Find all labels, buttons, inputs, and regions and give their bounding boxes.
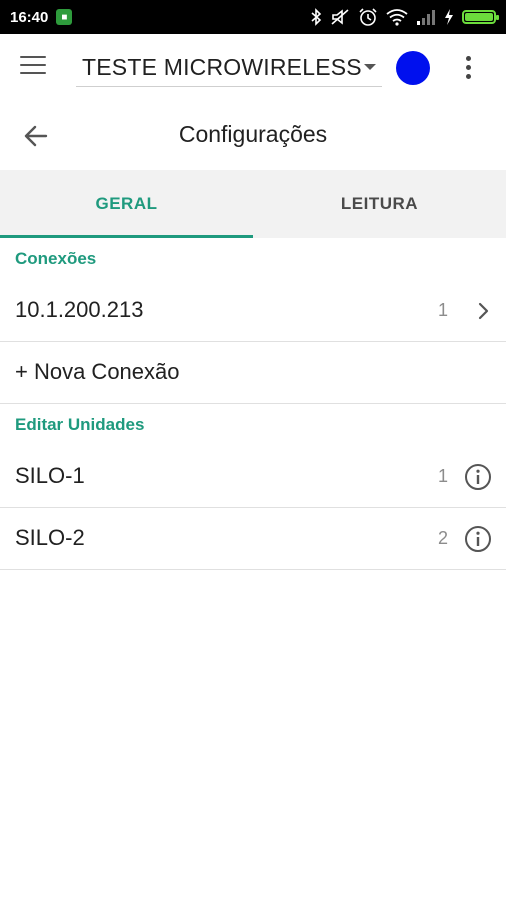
tab-geral[interactable]: GERAL — [0, 170, 253, 238]
connection-address: 10.1.200.213 — [15, 297, 144, 322]
battery-icon — [462, 10, 499, 24]
notification-app-icon: ■ — [56, 9, 73, 25]
mute-icon — [330, 8, 350, 26]
battery-level — [465, 13, 493, 21]
units-section-header: Editar Unidades — [15, 415, 145, 434]
charging-icon — [444, 8, 454, 26]
connections-section-header: Conexões — [15, 249, 97, 268]
signal-icon — [416, 9, 436, 25]
bluetooth-icon — [310, 8, 322, 26]
selected-device-label: TESTE MICROWIRELESS — [82, 54, 362, 80]
more-vert-icon[interactable] — [462, 56, 474, 82]
status-bar: 16:40 ■ — [0, 0, 506, 34]
info-icon[interactable] — [464, 525, 492, 553]
unit-row-silo-2[interactable]: SILO-2 2 — [0, 508, 506, 570]
unit-row-silo-1[interactable]: SILO-1 1 — [0, 446, 506, 508]
app-bar: TESTE MICROWIRELESS — [0, 34, 506, 102]
unit-label: SILO-1 — [15, 463, 85, 488]
page-header: Configurações — [0, 102, 506, 170]
chevron-right-icon — [478, 301, 490, 321]
alarm-icon — [358, 7, 378, 27]
device-selector-dropdown[interactable]: TESTE MICROWIRELESS — [76, 49, 382, 87]
connection-count: 1 — [437, 300, 448, 320]
unit-label: SILO-2 — [15, 525, 85, 550]
connection-status-indicator[interactable] — [396, 51, 430, 85]
unit-count: 1 — [437, 466, 448, 486]
new-connection-button[interactable]: + Nova Conexão — [0, 342, 506, 404]
unit-count: 2 — [437, 528, 448, 548]
page-title: Configurações — [178, 121, 328, 147]
info-icon[interactable] — [464, 463, 492, 491]
status-bar-right — [310, 7, 499, 27]
tab-leitura[interactable]: LEITURA — [253, 170, 506, 238]
new-connection-label: + Nova Conexão — [15, 359, 180, 384]
hamburger-menu-icon[interactable] — [20, 56, 46, 78]
dropdown-arrow-icon — [364, 64, 376, 70]
connection-row[interactable]: 10.1.200.213 1 — [0, 280, 506, 342]
wifi-icon — [386, 8, 408, 26]
status-bar-left: 16:40 ■ — [10, 8, 73, 26]
tab-bar: GERAL LEITURA — [0, 170, 506, 238]
status-time: 16:40 — [10, 8, 49, 26]
